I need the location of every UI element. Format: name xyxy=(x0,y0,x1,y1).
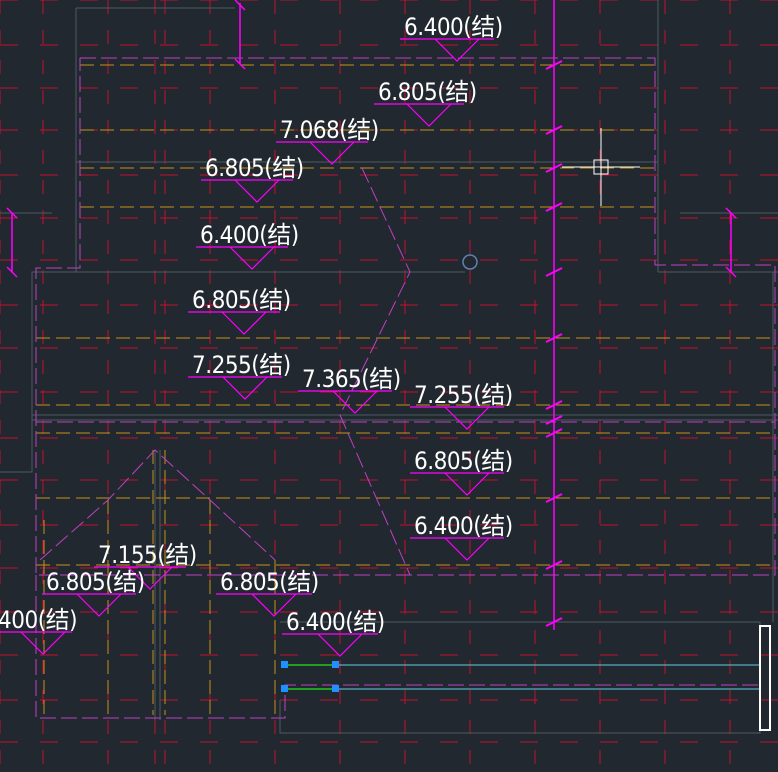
elevation-tags: 6.400(结) 6.805(结) 7.068(结) 6.805(结) 6.400(结)… xyxy=(0,13,513,657)
section-bracket xyxy=(759,625,771,731)
elevation-tag-label: 6.805(结) xyxy=(414,447,513,475)
elevation-tag: 6.400(结) xyxy=(196,221,299,270)
elevation-tag-label: 7.255(结) xyxy=(192,351,291,379)
grip-handle[interactable] xyxy=(281,661,288,668)
elevation-tag-label: 7.255(结) xyxy=(414,381,513,409)
elevation-tag-label: 6.805(结) xyxy=(220,568,319,596)
elevation-tag: 6.400(结) xyxy=(400,13,503,62)
elevation-tag: 6.805(结) xyxy=(188,286,291,335)
elevation-tag-label: 7.155(结) xyxy=(98,541,197,569)
elevation-tag-label: 400(结) xyxy=(0,606,77,634)
grip-handle[interactable] xyxy=(332,685,339,692)
selected-lines[interactable] xyxy=(281,661,760,692)
elevation-tag-label: 6.400(结) xyxy=(286,608,385,636)
grip-handle[interactable] xyxy=(332,661,339,668)
hexagon-symbol xyxy=(462,254,478,270)
elevation-tag: 6.805(结) xyxy=(410,447,513,496)
crosshair-cursor xyxy=(562,128,640,206)
elevation-tag-label: 6.400(结) xyxy=(404,13,503,41)
roof-plan-drawing[interactable]: 6.400(结) 6.805(结) 7.068(结) 6.805(结) 6.400(结)… xyxy=(0,0,778,772)
elevation-tag-label: 7.068(结) xyxy=(280,116,379,144)
elevation-tag-label: 6.400(结) xyxy=(200,221,299,249)
elevation-tag-label: 6.805(结) xyxy=(378,78,477,106)
magenta-section-line xyxy=(545,0,563,630)
elevation-tag: 6.400(结) xyxy=(282,608,385,657)
grip-handle[interactable] xyxy=(281,685,288,692)
elevation-tag-label: 7.365(结) xyxy=(302,365,401,393)
elevation-tag-label: 6.400(结) xyxy=(414,512,513,540)
elevation-tag-label: 6.805(结) xyxy=(46,568,145,596)
elevation-tag: 400(结) xyxy=(0,606,78,655)
elevation-tag: 6.400(结) xyxy=(410,512,513,561)
elevation-tag: 6.805(结) xyxy=(374,78,477,127)
cad-drawing-canvas[interactable]: 6.400(结) 6.805(结) 7.068(结) 6.805(结) 6.400(结)… xyxy=(0,0,778,772)
elevation-tag-label: 6.805(结) xyxy=(192,286,291,314)
elevation-tag: 6.805(结) xyxy=(201,154,304,203)
elevation-tag-label: 6.805(结) xyxy=(205,154,304,182)
elevation-tag: 7.365(结) xyxy=(298,365,401,414)
